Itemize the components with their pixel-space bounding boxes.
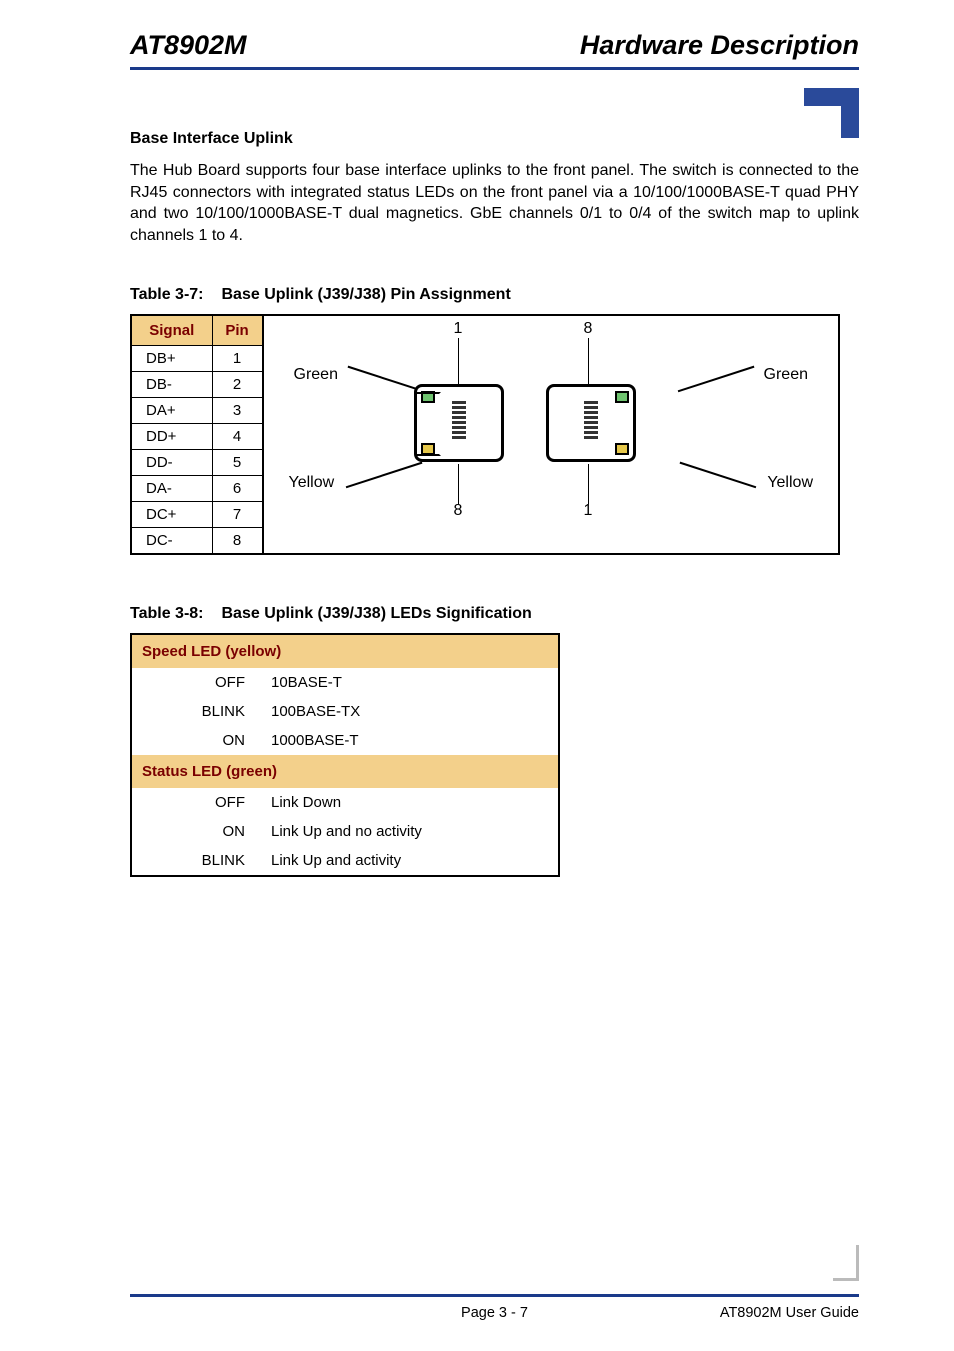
col-signal-header: Signal — [132, 316, 212, 346]
yellow-label-right: Yellow — [767, 474, 813, 492]
table-row: DA-6 — [132, 476, 262, 502]
page-header: AT8902M Hardware Description — [130, 30, 859, 70]
pin-assignment-table: Signal Pin DB+1 DB-2 DA+3 DD+4 DD-5 DA-6… — [132, 316, 263, 553]
table-row: DC+7 — [132, 502, 262, 528]
page-footer: Page 3 - 7 AT8902M User Guide — [130, 1294, 859, 1321]
caption-title: Base Uplink (J39/J38) Pin Assignment — [222, 286, 511, 304]
table-row: DB+1 — [132, 346, 262, 372]
footer-corner-mark-icon — [833, 1245, 859, 1281]
table-row: OFF10BASE-T — [131, 668, 559, 697]
table-3-7-caption: Table 3-7: Base Uplink (J39/J38) Pin Ass… — [130, 286, 859, 304]
section-heading: Base Interface Uplink — [130, 130, 859, 148]
table-row: DD+4 — [132, 424, 262, 450]
table-3-8-caption: Table 3-8: Base Uplink (J39/J38) LEDs Si… — [130, 605, 859, 623]
led-green-icon — [615, 391, 629, 403]
pin-label-bottom-right: 1 — [584, 502, 593, 520]
col-pin-header: Pin — [212, 316, 262, 346]
header-right: Hardware Description — [580, 30, 859, 61]
yellow-label-left: Yellow — [289, 474, 335, 492]
table-row: BLINK100BASE-TX — [131, 697, 559, 726]
led-yellow-icon — [615, 443, 629, 455]
caption-number: Table 3-7: — [130, 286, 204, 304]
status-led-section: Status LED (green) — [131, 755, 559, 788]
caption-number: Table 3-8: — [130, 605, 204, 623]
table-3-8: Speed LED (yellow) OFF10BASE-T BLINK100B… — [130, 633, 560, 877]
table-row: DD-5 — [132, 450, 262, 476]
pin-label-bottom-left: 8 — [454, 502, 463, 520]
table-row: DA+3 — [132, 398, 262, 424]
header-left: AT8902M — [130, 30, 247, 61]
table-row: BLINKLink Up and activity — [131, 846, 559, 876]
green-label-right: Green — [764, 366, 808, 384]
rj45-jack-left — [414, 384, 504, 462]
corner-logo-icon — [804, 88, 859, 138]
body-paragraph: The Hub Board supports four base interfa… — [130, 160, 859, 246]
rj45-diagram: 1 8 Green Green Yellow Yellow 8 1 — [263, 316, 839, 553]
table-3-7: Signal Pin DB+1 DB-2 DA+3 DD+4 DD-5 DA-6… — [130, 314, 840, 555]
table-row: DB-2 — [132, 372, 262, 398]
pin-label-top-right: 8 — [584, 320, 593, 338]
table-row: ONLink Up and no activity — [131, 817, 559, 846]
table-row: ON1000BASE-T — [131, 726, 559, 755]
footer-guide-name: AT8902M User Guide — [720, 1305, 859, 1321]
green-label-left: Green — [294, 366, 338, 384]
rj45-jack-right — [546, 384, 636, 462]
table-row: OFFLink Down — [131, 788, 559, 817]
footer-page-number: Page 3 - 7 — [461, 1305, 528, 1321]
pin-label-top-left: 1 — [454, 320, 463, 338]
caption-title: Base Uplink (J39/J38) LEDs Signification — [222, 605, 532, 623]
table-row: DC-8 — [132, 528, 262, 554]
speed-led-section: Speed LED (yellow) — [131, 634, 559, 668]
